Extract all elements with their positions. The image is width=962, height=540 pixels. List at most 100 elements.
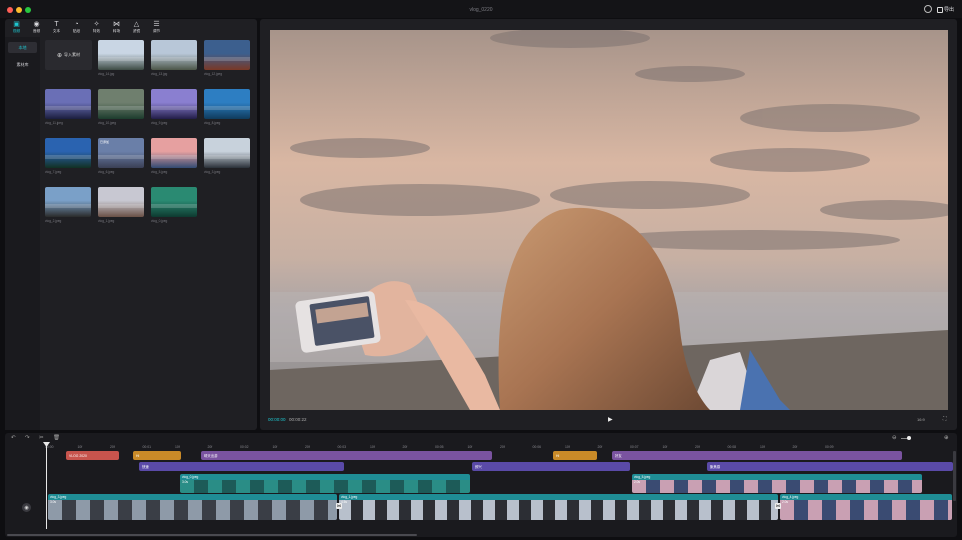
ruler-label: 20f <box>792 445 798 449</box>
media-item[interactable]: vlog_2.jpeg <box>45 187 91 223</box>
media-thumbnail <box>204 40 250 70</box>
sidenav-item-local[interactable]: 本地 <box>8 42 37 53</box>
total-timecode: 00:00:22 <box>289 417 307 422</box>
tool-sticker[interactable]: ◔ 贴纸 <box>70 19 83 37</box>
ruler-label: 00:08 <box>727 445 737 449</box>
media-item[interactable]: vlog_0.jpeg <box>151 187 197 223</box>
media-thumbnail <box>204 138 250 168</box>
media-thumbnail <box>45 89 91 119</box>
ruler-label: 20f <box>500 445 505 449</box>
sidenav-item-library[interactable]: 素材库 <box>8 59 37 70</box>
media-item[interactable]: vlog_12.jpeg <box>204 40 250 76</box>
text-clip[interactable]: Hi <box>133 451 181 460</box>
transition-icon: ⋈ <box>113 21 120 28</box>
zoom-out-icon[interactable]: ⊖ <box>892 435 897 441</box>
media-name: vlog_12.jpeg <box>204 72 223 76</box>
effect-clip[interactable]: 聚焦感 <box>707 462 953 471</box>
media-thumbnail <box>98 187 144 217</box>
tool-media[interactable]: ▣ 视频 <box>10 19 23 37</box>
media-thumbnail <box>151 187 197 217</box>
clip-label: vlog_4.jpeg <box>782 495 799 499</box>
media-name: vlog_3.jpeg <box>204 170 221 174</box>
media-thumbnail <box>98 89 144 119</box>
tool-text[interactable]: T 文本 <box>50 19 63 37</box>
media-name: vlog_1.jpeg <box>98 219 115 223</box>
effect-clip[interactable]: 快速 <box>139 462 344 471</box>
text-clip[interactable]: 晴天出游 <box>201 451 492 460</box>
ruler-label: 00:01 <box>142 445 152 449</box>
tool-adjust[interactable]: ☰ 调节 <box>150 19 163 37</box>
tool-label: 特效 <box>92 29 101 33</box>
tool-label: 转场 <box>112 29 121 33</box>
split-icon[interactable]: ✂ <box>39 435 44 441</box>
main-clip[interactable]: vlog_1.jpeg 4.5s <box>339 494 778 520</box>
clip-label: 即兴 <box>475 465 482 469</box>
export-label: 导出 <box>944 7 955 13</box>
mute-track-icon[interactable]: ◉ <box>22 503 31 512</box>
play-button[interactable]: ▶ <box>608 416 613 423</box>
settings-icon[interactable] <box>924 5 932 13</box>
ruler-label: 00:05 <box>435 445 444 449</box>
media-name: vlog_9.jpeg <box>151 121 168 125</box>
preview-panel: 00:00:00 00:00:22 ▶ 16:9 ⛶ <box>260 19 957 430</box>
preview-frame[interactable] <box>270 30 948 410</box>
media-thumbnail <box>151 138 197 168</box>
fullscreen-icon[interactable]: ⛶ <box>943 416 947 422</box>
tool-label: 滤镜 <box>132 29 141 33</box>
media-item[interactable]: vlog_1.jpeg <box>98 187 144 223</box>
media-item[interactable]: vlog_5.jpeg <box>151 138 197 174</box>
media-item[interactable]: vlog_3.jpeg <box>204 138 250 174</box>
timeline-vertical-scrollbar[interactable] <box>953 451 956 501</box>
overlay-clip[interactable]: vlog_0.jpeg 3.0s <box>180 474 470 493</box>
filter-icon: △ <box>133 21 140 28</box>
text-clip[interactable]: 好友 <box>612 451 902 460</box>
sticker-icon: ◔ <box>74 21 79 28</box>
tool-label: 文本 <box>52 29 61 33</box>
undo-icon[interactable]: ↶ <box>11 435 16 441</box>
text-clip[interactable]: Hi <box>553 451 597 460</box>
media-name: vlog_8.jpeg <box>204 121 221 125</box>
media-thumbnail <box>45 138 91 168</box>
media-name: vlog_2.jpeg <box>45 219 62 223</box>
tool-label: 音频 <box>32 29 41 33</box>
import-label: 导入素材 <box>64 52 81 57</box>
plus-icon: ⊕ <box>56 52 63 59</box>
media-item[interactable]: vlog_11.jpeg <box>45 89 91 125</box>
media-item[interactable]: vlog_13.jpg <box>151 40 197 76</box>
media-item[interactable]: vlog_7.jpeg <box>45 138 91 174</box>
media-item[interactable]: vlog_9.jpeg <box>151 89 197 125</box>
redo-icon[interactable]: ↷ <box>25 435 30 441</box>
media-item[interactable]: vlog_10.jpeg <box>98 89 144 125</box>
main-clip[interactable]: vlog_3.jpeg 3.0s <box>48 494 337 520</box>
media-name: vlog_7.jpeg <box>45 170 62 174</box>
fit-timeline-icon[interactable]: ⊕ <box>944 435 949 441</box>
timeline-horizontal-scrollbar[interactable] <box>7 534 417 536</box>
media-item[interactable]: vlog_14.jpg <box>98 40 144 76</box>
tool-effects[interactable]: ✧ 特效 <box>90 19 103 37</box>
zoom-slider-knob[interactable] <box>907 436 911 440</box>
media-item[interactable]: vlog_8.jpeg <box>204 89 250 125</box>
media-item[interactable]: 已添加 vlog_6.jpeg <box>98 138 144 174</box>
media-name: vlog_10.jpeg <box>98 121 117 125</box>
effects-icon: ✧ <box>93 21 100 28</box>
transition-icon[interactable]: ⋈ <box>336 503 342 509</box>
ruler-label: 00:06 <box>532 445 542 449</box>
ruler-label: 00:02 <box>240 445 249 449</box>
tool-filter[interactable]: △ 滤镜 <box>130 19 143 37</box>
media-name: vlog_11.jpeg <box>45 121 63 125</box>
tool-audio[interactable]: ◉ 音频 <box>30 19 43 37</box>
media-icon: ▣ <box>13 21 20 28</box>
transition-icon[interactable]: ⋈ <box>775 503 781 509</box>
overlay-clip[interactable]: vlog_5.jpeg 2.0s <box>632 474 922 493</box>
media-thumbnail <box>98 40 144 70</box>
export-button[interactable]: 导出 <box>937 5 954 14</box>
tool-transition[interactable]: ⋈ 转场 <box>110 19 123 37</box>
main-clip[interactable]: vlog_4.jpeg 2.0s <box>780 494 952 520</box>
timeline-toolbar: ↶ ↷ ✂ 🗑 ⊖ ⊕ <box>5 433 957 444</box>
aspect-ratio-select[interactable]: 16:9 <box>917 417 925 422</box>
playhead[interactable] <box>46 445 47 529</box>
delete-icon[interactable]: 🗑 <box>53 435 60 441</box>
import-media-button[interactable]: ⊕ 导入素材 <box>45 40 92 70</box>
text-clip[interactable]: VLOG 2020 <box>66 451 119 460</box>
effect-clip[interactable]: 即兴 <box>472 462 630 471</box>
